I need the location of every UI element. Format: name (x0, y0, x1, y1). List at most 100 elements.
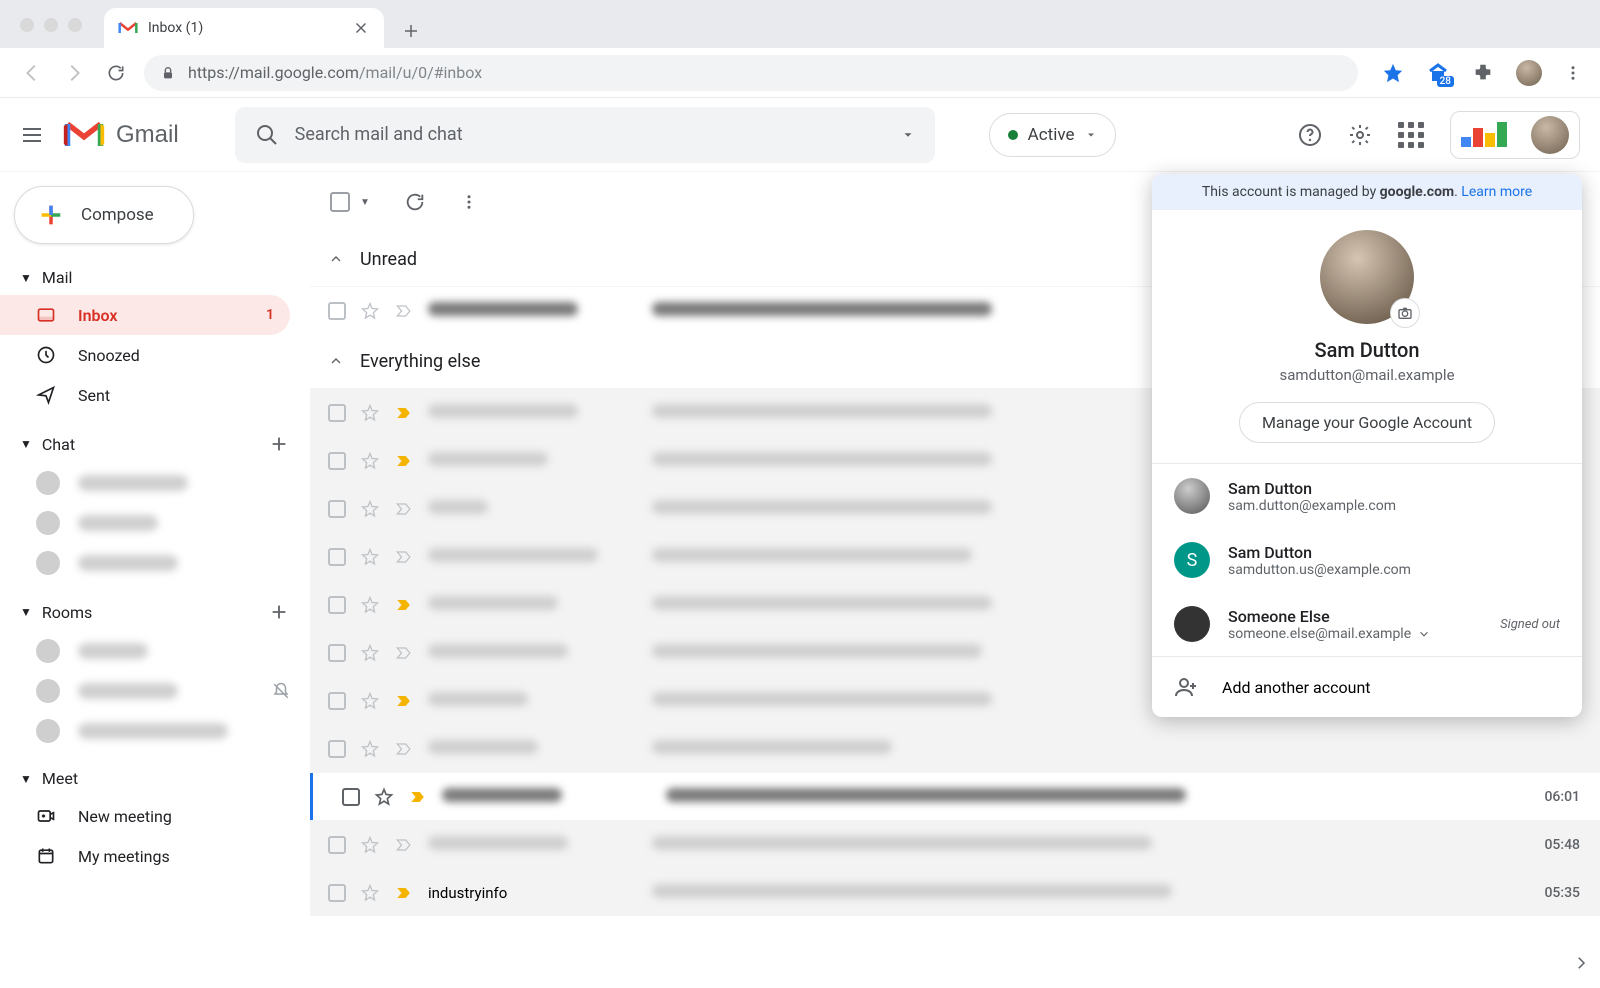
nav-snoozed[interactable]: Snoozed (0, 335, 290, 375)
star-icon[interactable] (360, 643, 380, 663)
new-tab-button[interactable] (394, 14, 428, 48)
gmail-logo[interactable]: Gmail (62, 113, 179, 157)
section-chat[interactable]: ▼Chat (0, 425, 310, 463)
tab-title: Inbox (1) (148, 20, 342, 36)
chrome-profile-avatar[interactable] (1516, 60, 1542, 86)
omnibox[interactable]: https://mail.google.com/mail/u/0/#inbox (144, 55, 1358, 91)
bookmark-star-icon[interactable] (1382, 62, 1404, 84)
mute-icon[interactable] (272, 682, 290, 700)
star-icon[interactable] (360, 691, 380, 711)
star-icon[interactable] (360, 883, 380, 903)
row-checkbox[interactable] (328, 836, 346, 854)
star-icon[interactable] (360, 301, 380, 321)
row-checkbox[interactable] (328, 404, 346, 422)
tab-close-icon[interactable] (352, 19, 370, 37)
row-checkbox[interactable] (328, 884, 346, 902)
workspace-brand-pill[interactable] (1450, 111, 1580, 159)
compose-button[interactable]: Compose (14, 186, 194, 244)
chat-item[interactable] (0, 543, 310, 583)
importance-icon[interactable] (394, 883, 414, 903)
importance-icon[interactable] (394, 643, 414, 663)
star-icon[interactable] (360, 595, 380, 615)
mail-row[interactable]: industryinfo05:35 (310, 868, 1600, 916)
settings-icon[interactable] (1348, 123, 1372, 147)
support-icon[interactable] (1298, 123, 1322, 147)
chrome-menu-icon[interactable] (1564, 64, 1582, 82)
mail-row[interactable] (310, 724, 1600, 772)
importance-icon[interactable] (394, 835, 414, 855)
importance-icon[interactable] (394, 691, 414, 711)
status-chip[interactable]: Active (989, 113, 1116, 157)
nav-my-meetings[interactable]: My meetings (0, 836, 290, 876)
account-avatar[interactable] (1531, 116, 1569, 154)
nav-forward-button[interactable] (60, 59, 88, 87)
importance-icon[interactable] (394, 739, 414, 759)
importance-icon[interactable] (394, 499, 414, 519)
clock-icon (36, 345, 56, 365)
add-room-icon[interactable] (268, 601, 290, 623)
account-option[interactable]: S Sam Duttonsamdutton.us@example.com (1152, 528, 1582, 592)
star-icon[interactable] (374, 787, 394, 807)
chat-item[interactable] (0, 463, 310, 503)
room-item[interactable] (0, 631, 310, 671)
nav-sent[interactable]: Sent (0, 375, 290, 415)
importance-icon[interactable] (408, 787, 428, 807)
star-icon[interactable] (360, 835, 380, 855)
status-dot-icon (1008, 130, 1018, 140)
side-panel-toggle[interactable] (1566, 948, 1596, 978)
mail-row[interactable]: 05:48 (310, 820, 1600, 868)
nav-back-button[interactable] (18, 59, 46, 87)
nav-reload-button[interactable] (102, 59, 130, 87)
importance-icon[interactable] (394, 595, 414, 615)
learn-more-link[interactable]: Learn more (1461, 184, 1532, 200)
extensions-puzzle-icon[interactable] (1472, 62, 1494, 84)
row-checkbox[interactable] (328, 740, 346, 758)
add-account-button[interactable]: Add another account (1152, 656, 1582, 717)
traffic-maximize[interactable] (68, 18, 82, 32)
row-checkbox[interactable] (328, 500, 346, 518)
section-rooms[interactable]: ▼Rooms (0, 593, 310, 631)
traffic-close[interactable] (20, 18, 34, 32)
main-menu-icon[interactable] (20, 123, 44, 147)
importance-icon[interactable] (394, 301, 414, 321)
nav-inbox[interactable]: Inbox 1 (0, 295, 290, 335)
mail-row[interactable]: 06:01 (310, 772, 1600, 820)
star-icon[interactable] (360, 547, 380, 567)
star-icon[interactable] (360, 499, 380, 519)
row-checkbox[interactable] (328, 302, 346, 320)
chat-item[interactable] (0, 503, 310, 543)
row-checkbox[interactable] (342, 788, 360, 806)
more-icon[interactable] (460, 193, 478, 211)
star-icon[interactable] (360, 451, 380, 471)
row-checkbox[interactable] (328, 644, 346, 662)
browser-tab[interactable]: Inbox (1) (104, 8, 384, 48)
section-mail[interactable]: ▼Mail (0, 260, 310, 295)
select-all-checkbox[interactable] (330, 192, 350, 212)
extension-badge[interactable]: 28 (1426, 61, 1450, 85)
importance-icon[interactable] (394, 403, 414, 423)
importance-icon[interactable] (394, 547, 414, 567)
traffic-minimize[interactable] (44, 18, 58, 32)
importance-icon[interactable] (394, 451, 414, 471)
search-options-icon[interactable] (901, 128, 915, 142)
account-option[interactable]: Someone Elsesomeone.else@mail.example Si… (1152, 592, 1582, 656)
add-chat-icon[interactable] (268, 433, 290, 455)
nav-new-meeting[interactable]: New meeting (0, 796, 290, 836)
app-name: Gmail (116, 121, 179, 149)
manage-account-button[interactable]: Manage your Google Account (1239, 402, 1495, 443)
star-icon[interactable] (360, 403, 380, 423)
row-checkbox[interactable] (328, 596, 346, 614)
google-apps-icon[interactable] (1398, 122, 1424, 148)
room-item[interactable] (0, 671, 310, 711)
change-photo-button[interactable] (1390, 298, 1420, 328)
row-checkbox[interactable] (328, 452, 346, 470)
room-item[interactable] (0, 711, 310, 751)
row-checkbox[interactable] (328, 692, 346, 710)
select-menu-caret[interactable]: ▼ (360, 197, 370, 208)
row-checkbox[interactable] (328, 548, 346, 566)
refresh-icon[interactable] (404, 191, 426, 213)
star-icon[interactable] (360, 739, 380, 759)
search-box[interactable]: Search mail and chat (235, 107, 935, 163)
account-option[interactable]: Sam Duttonsam.dutton@example.com (1152, 464, 1582, 528)
section-meet[interactable]: ▼Meet (0, 761, 310, 796)
